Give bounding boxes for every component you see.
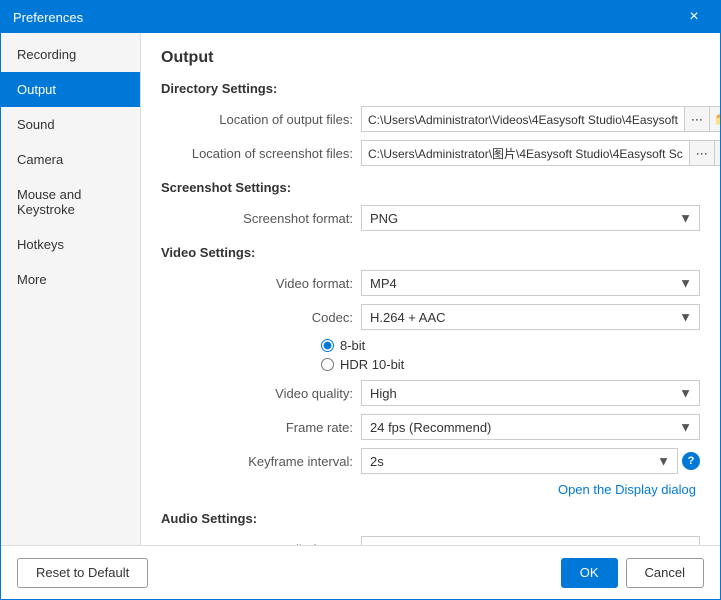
video-format-row: Video format: MP4 MOV AVI MKV WMV ▼ — [161, 270, 700, 296]
page-title: Output — [161, 49, 700, 67]
screenshot-files-dots-button[interactable]: ··· — [689, 140, 715, 166]
codec-select-wrapper: H.264 + AAC H.265 + AAC VP9 ▼ — [361, 304, 700, 330]
frame-rate-select[interactable]: 24 fps (Recommend) 30 fps 60 fps — [361, 414, 700, 440]
sidebar-item-recording[interactable]: Recording — [1, 37, 140, 72]
keyframe-label: Keyframe interval: — [161, 454, 361, 469]
sidebar-item-hotkeys[interactable]: Hotkeys — [1, 227, 140, 262]
video-format-select-wrapper: MP4 MOV AVI MKV WMV ▼ — [361, 270, 700, 296]
codec-label: Codec: — [161, 310, 361, 325]
footer-right: OK Cancel — [561, 558, 704, 588]
titlebar: Preferences × — [1, 1, 720, 33]
video-format-label: Video format: — [161, 276, 361, 291]
output-files-row: Location of output files: C:\Users\Admin… — [161, 106, 700, 132]
directory-section-title: Directory Settings: — [161, 81, 700, 96]
radio-8bit-row: 8-bit — [321, 338, 404, 353]
radio-8bit[interactable] — [321, 339, 334, 352]
preferences-window: Preferences × Recording Output Sound Cam… — [0, 0, 721, 600]
cancel-button[interactable]: Cancel — [626, 558, 704, 588]
output-files-label: Location of output files: — [161, 112, 361, 127]
keyframe-row: Keyframe interval: 1s 2s 3s 4s 5s ▼ ? — [161, 448, 700, 474]
sidebar-item-camera[interactable]: Camera — [1, 142, 140, 177]
video-quality-select[interactable]: Lossless High Medium Low Custom — [361, 380, 700, 406]
sidebar-item-output[interactable]: Output — [1, 72, 140, 107]
screenshot-format-select[interactable]: PNG JPG BMP GIF TIFF — [361, 205, 700, 231]
output-files-input-group: C:\Users\Administrator\Videos\4Easysoft … — [361, 106, 720, 132]
window-title: Preferences — [13, 10, 680, 25]
frame-rate-row: Frame rate: 24 fps (Recommend) 30 fps 60… — [161, 414, 700, 440]
open-display-dialog-link[interactable]: Open the Display dialog — [558, 482, 696, 497]
audio-section-title: Audio Settings: — [161, 511, 700, 526]
keyframe-help-icon[interactable]: ? — [682, 452, 700, 470]
codec-row: Codec: H.264 + AAC H.265 + AAC VP9 ▼ — [161, 304, 700, 330]
video-format-select[interactable]: MP4 MOV AVI MKV WMV — [361, 270, 700, 296]
screenshot-files-folder-button[interactable]: 📁 — [714, 140, 720, 166]
audio-format-row: Audio format: MP3 AAC WAV FLAC M4A ▼ — [161, 536, 700, 545]
keyframe-select-wrapper: 1s 2s 3s 4s 5s ▼ — [361, 448, 678, 474]
frame-rate-select-wrapper: 24 fps (Recommend) 30 fps 60 fps ▼ — [361, 414, 700, 440]
output-files-folder-button[interactable]: 📁 — [709, 106, 720, 132]
radio-8bit-label: 8-bit — [340, 338, 365, 353]
video-quality-select-wrapper: Lossless High Medium Low Custom ▼ — [361, 380, 700, 406]
sidebar-item-sound[interactable]: Sound — [1, 107, 140, 142]
radio-hdr-label: HDR 10-bit — [340, 357, 404, 372]
keyframe-select[interactable]: 1s 2s 3s 4s 5s — [361, 448, 678, 474]
codec-select[interactable]: H.264 + AAC H.265 + AAC VP9 — [361, 304, 700, 330]
sidebar: Recording Output Sound Camera Mouse and … — [1, 33, 141, 545]
video-quality-label: Video quality: — [161, 386, 361, 401]
sidebar-item-more[interactable]: More — [1, 262, 140, 297]
bit-depth-row: 8-bit HDR 10-bit — [313, 338, 700, 372]
frame-rate-label: Frame rate: — [161, 420, 361, 435]
output-files-dots-button[interactable]: ··· — [684, 106, 710, 132]
reset-to-default-button[interactable]: Reset to Default — [17, 558, 148, 588]
screenshot-format-select-wrapper: PNG JPG BMP GIF TIFF ▼ — [361, 205, 700, 231]
screenshot-files-input-group: C:\Users\Administrator\图片\4Easysoft Stud… — [361, 140, 720, 166]
video-section-title: Video Settings: — [161, 245, 700, 260]
audio-format-select[interactable]: MP3 AAC WAV FLAC M4A — [361, 536, 700, 545]
video-quality-row: Video quality: Lossless High Medium Low … — [161, 380, 700, 406]
radio-hdr-row: HDR 10-bit — [321, 357, 404, 372]
screenshot-format-row: Screenshot format: PNG JPG BMP GIF TIFF … — [161, 205, 700, 231]
close-button[interactable]: × — [680, 3, 708, 31]
screenshot-files-label: Location of screenshot files: — [161, 146, 361, 161]
screenshot-files-row: Location of screenshot files: C:\Users\A… — [161, 140, 700, 166]
main-content: Recording Output Sound Camera Mouse and … — [1, 33, 720, 545]
output-files-path: C:\Users\Administrator\Videos\4Easysoft … — [361, 106, 685, 132]
ok-button[interactable]: OK — [561, 558, 618, 588]
audio-format-select-wrapper: MP3 AAC WAV FLAC M4A ▼ — [361, 536, 700, 545]
radio-hdr[interactable] — [321, 358, 334, 371]
bit-depth-group: 8-bit HDR 10-bit — [321, 338, 404, 372]
screenshot-format-label: Screenshot format: — [161, 211, 361, 226]
sidebar-item-mouse-keystroke[interactable]: Mouse and Keystroke — [1, 177, 140, 227]
content-area: Output Directory Settings: Location of o… — [141, 33, 720, 545]
screenshot-section-title: Screenshot Settings: — [161, 180, 700, 195]
screenshot-files-path: C:\Users\Administrator\图片\4Easysoft Stud… — [361, 140, 690, 166]
footer: Reset to Default OK Cancel — [1, 545, 720, 599]
